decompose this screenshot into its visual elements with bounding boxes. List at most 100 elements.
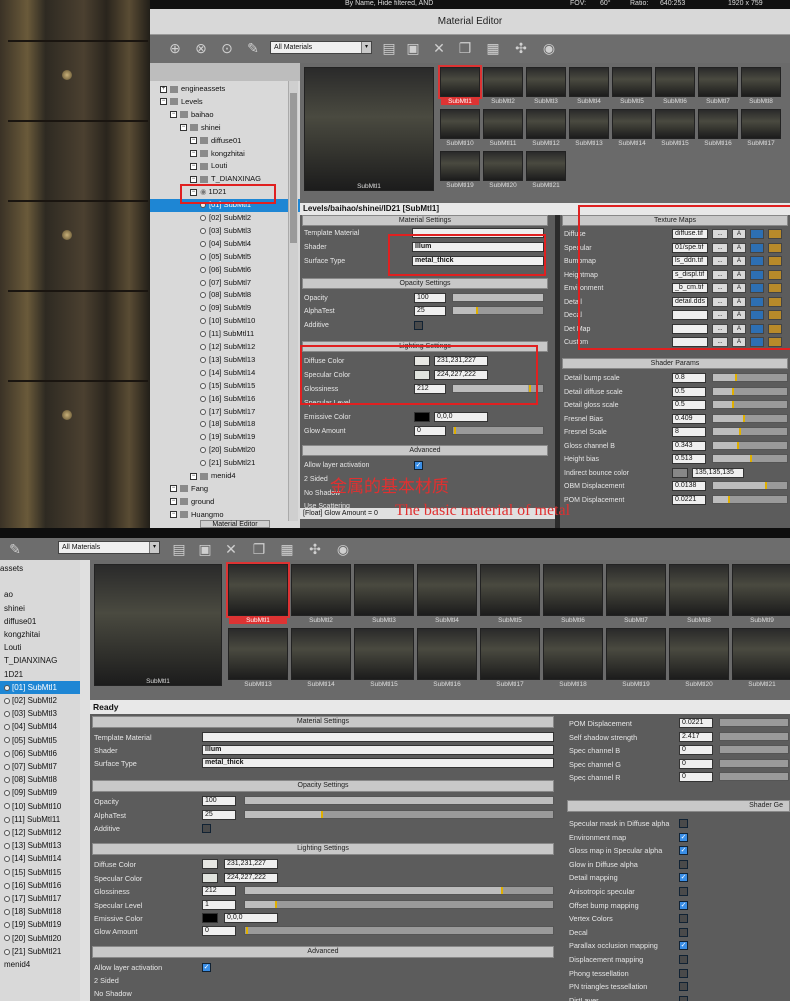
emissive-color-field[interactable]: 0,0,0 [434, 412, 488, 422]
tree-item[interactable]: [06] SubMtl6 [0, 747, 80, 760]
specular-level-field[interactable]: 1 [202, 900, 236, 910]
tree-item[interactable]: [14] SubMtl14 [0, 852, 80, 865]
shader-flag-checkbox[interactable]: ✓ [679, 900, 688, 910]
alphatest-field[interactable]: 25 [414, 306, 446, 316]
submaterial-thumbnail[interactable]: SubMtl11 [483, 109, 523, 147]
expand-icon[interactable]: − [190, 175, 197, 183]
scroll-thumb[interactable] [290, 93, 297, 243]
submaterial-thumbnail[interactable]: SubMtl20 [483, 151, 523, 189]
indirect-color-swatch[interactable] [672, 467, 688, 478]
tree-item[interactable]: [15] SubMtl15 [0, 866, 80, 879]
submaterial-thumbnail[interactable]: SubMtl2 [291, 564, 351, 624]
submaterial-thumbnail[interactable]: SubMtl7 [606, 564, 666, 624]
submaterial-thumbnail[interactable]: SubMtl3 [354, 564, 414, 624]
save-as-icon[interactable]: ▣ [196, 540, 214, 558]
emissive-color-swatch[interactable] [414, 412, 430, 422]
shader-param-field[interactable]: 0.8 [672, 373, 706, 383]
submaterial-thumbnail[interactable]: SubMtl8 [741, 67, 781, 105]
tree-item[interactable]: − Fang [150, 483, 300, 496]
tree-item[interactable]: menid4 [0, 958, 80, 971]
preview-icon[interactable]: ✣ [306, 540, 324, 558]
tree-item[interactable]: [03] SubMtl3 [0, 707, 80, 720]
tree-item[interactable] [0, 575, 80, 588]
submaterial-thumbnail[interactable]: SubMtl4 [569, 67, 609, 105]
tree-item[interactable]: + engineassets [150, 83, 300, 96]
tree-item[interactable]: [04] SubMtl4 [150, 238, 300, 251]
tree-item[interactable]: T_DIANXINAG [0, 654, 80, 667]
shader-param-slider[interactable] [719, 731, 789, 741]
tree-item[interactable]: [18] SubMtl18 [0, 905, 80, 918]
copy-icon[interactable]: ❐ [456, 39, 474, 57]
shader-flag-checkbox[interactable] [679, 927, 688, 937]
tree-item[interactable]: [14] SubMtl14 [150, 367, 300, 380]
assign-material-icon[interactable]: ⊙ [218, 39, 236, 57]
tree-item[interactable]: [03] SubMtl3 [150, 225, 300, 238]
submaterial-thumbnail[interactable]: SubMtl20 [669, 628, 729, 688]
tree-item[interactable]: kongzhitai [0, 628, 80, 641]
emissive-color-field[interactable]: 0,0,0 [224, 913, 278, 923]
shader-flag-checkbox[interactable]: ✓ [679, 846, 688, 856]
template-material-field[interactable] [202, 732, 554, 742]
submaterial-thumbnail[interactable]: SubMtl15 [354, 628, 414, 688]
submaterial-thumbnail[interactable]: SubMtl16 [417, 628, 477, 688]
shader-param-slider[interactable] [712, 427, 788, 436]
tree-item[interactable]: [05] SubMtl5 [0, 734, 80, 747]
tree-item[interactable]: − shinei [150, 122, 300, 135]
shader-param-field[interactable]: 0.5 [672, 400, 706, 410]
shader-param-slider[interactable] [712, 373, 788, 382]
submaterial-thumbnail[interactable]: SubMtl10 [440, 109, 480, 147]
tree-item[interactable]: [16] SubMtl16 [150, 393, 300, 406]
submaterial-thumbnail[interactable]: SubMtl5 [480, 564, 540, 624]
submaterial-thumbnail[interactable]: SubMtl19 [440, 151, 480, 189]
shader-param-field[interactable]: 135,135,135 [692, 467, 744, 478]
shader-param-field[interactable]: 0 [679, 758, 713, 769]
expand-icon[interactable]: − [190, 162, 197, 170]
diffuse-color-swatch[interactable] [202, 859, 218, 869]
glossiness-slider[interactable] [244, 886, 554, 895]
shader-param-slider[interactable] [712, 454, 788, 463]
tree-item[interactable]: [16] SubMtl16 [0, 879, 80, 892]
shader-flag-checkbox[interactable] [679, 955, 688, 964]
shader-param-field[interactable]: 0.409 [672, 413, 706, 424]
diffuse-color-field[interactable]: 231,231,227 [224, 859, 278, 869]
tree-item[interactable]: [06] SubMtl6 [150, 264, 300, 277]
tree-item[interactable]: [12] SubMtl12 [150, 341, 300, 354]
tree-item[interactable]: [04] SubMtl4 [0, 720, 80, 733]
submaterial-thumbnail[interactable]: SubMtl21 [526, 151, 566, 189]
shader-flag-checkbox[interactable] [679, 819, 688, 828]
tree-item[interactable]: Louti [0, 641, 80, 654]
shader-flag-checkbox[interactable]: ✓ [679, 941, 688, 951]
tree-item[interactable]: [15] SubMtl15 [150, 380, 300, 393]
shader-param-slider[interactable] [719, 718, 789, 727]
preview-icon[interactable]: ✣ [512, 39, 530, 57]
submaterial-thumbnail[interactable]: SubMtl16 [698, 109, 738, 147]
tree-item[interactable]: − ground [150, 496, 300, 509]
specular-level-slider[interactable] [244, 900, 554, 909]
shader-param-field[interactable]: 0.5 [672, 386, 706, 397]
paste-icon[interactable]: ▦ [484, 39, 502, 57]
shader-param-slider[interactable] [712, 386, 788, 396]
tree-scrollbar-2[interactable] [80, 560, 90, 1001]
tree-item[interactable]: [11] SubMtl11 [150, 328, 300, 341]
opacity-settings-header[interactable]: Opacity Settings [92, 780, 554, 792]
tree-item[interactable]: [10] SubMtl10 [0, 800, 80, 813]
tree-item[interactable]: − kongzhitai [150, 148, 300, 161]
shader-flag-checkbox[interactable] [679, 968, 688, 978]
submaterial-thumbnail[interactable]: SubMtl14 [612, 109, 652, 147]
glow-amount-slider[interactable] [452, 426, 544, 435]
submaterial-thumbnail[interactable]: SubMtl17 [741, 109, 781, 147]
shader-param-slider[interactable] [712, 400, 788, 409]
shader-flag-checkbox[interactable]: ✓ [679, 832, 688, 842]
delete-icon[interactable]: ✕ [222, 540, 240, 558]
submaterial-thumbnail[interactable]: SubMtl5 [612, 67, 652, 105]
tree-item[interactable]: [07] SubMtl7 [0, 760, 80, 773]
submaterial-thumbnail[interactable]: SubMtl7 [698, 67, 738, 105]
tree-item[interactable]: [17] SubMtl17 [0, 892, 80, 905]
tree-item[interactable]: [20] SubMtl20 [150, 444, 300, 457]
tree-item[interactable]: [13] SubMtl13 [0, 839, 80, 852]
remove-material-icon[interactable]: ⊗ [192, 39, 210, 57]
submaterial-thumbnail[interactable]: SubMtl3 [526, 67, 566, 105]
alphatest-field[interactable]: 25 [202, 810, 236, 820]
shader-flag-checkbox[interactable] [679, 982, 688, 992]
shader-field[interactable]: Illum [202, 745, 554, 755]
